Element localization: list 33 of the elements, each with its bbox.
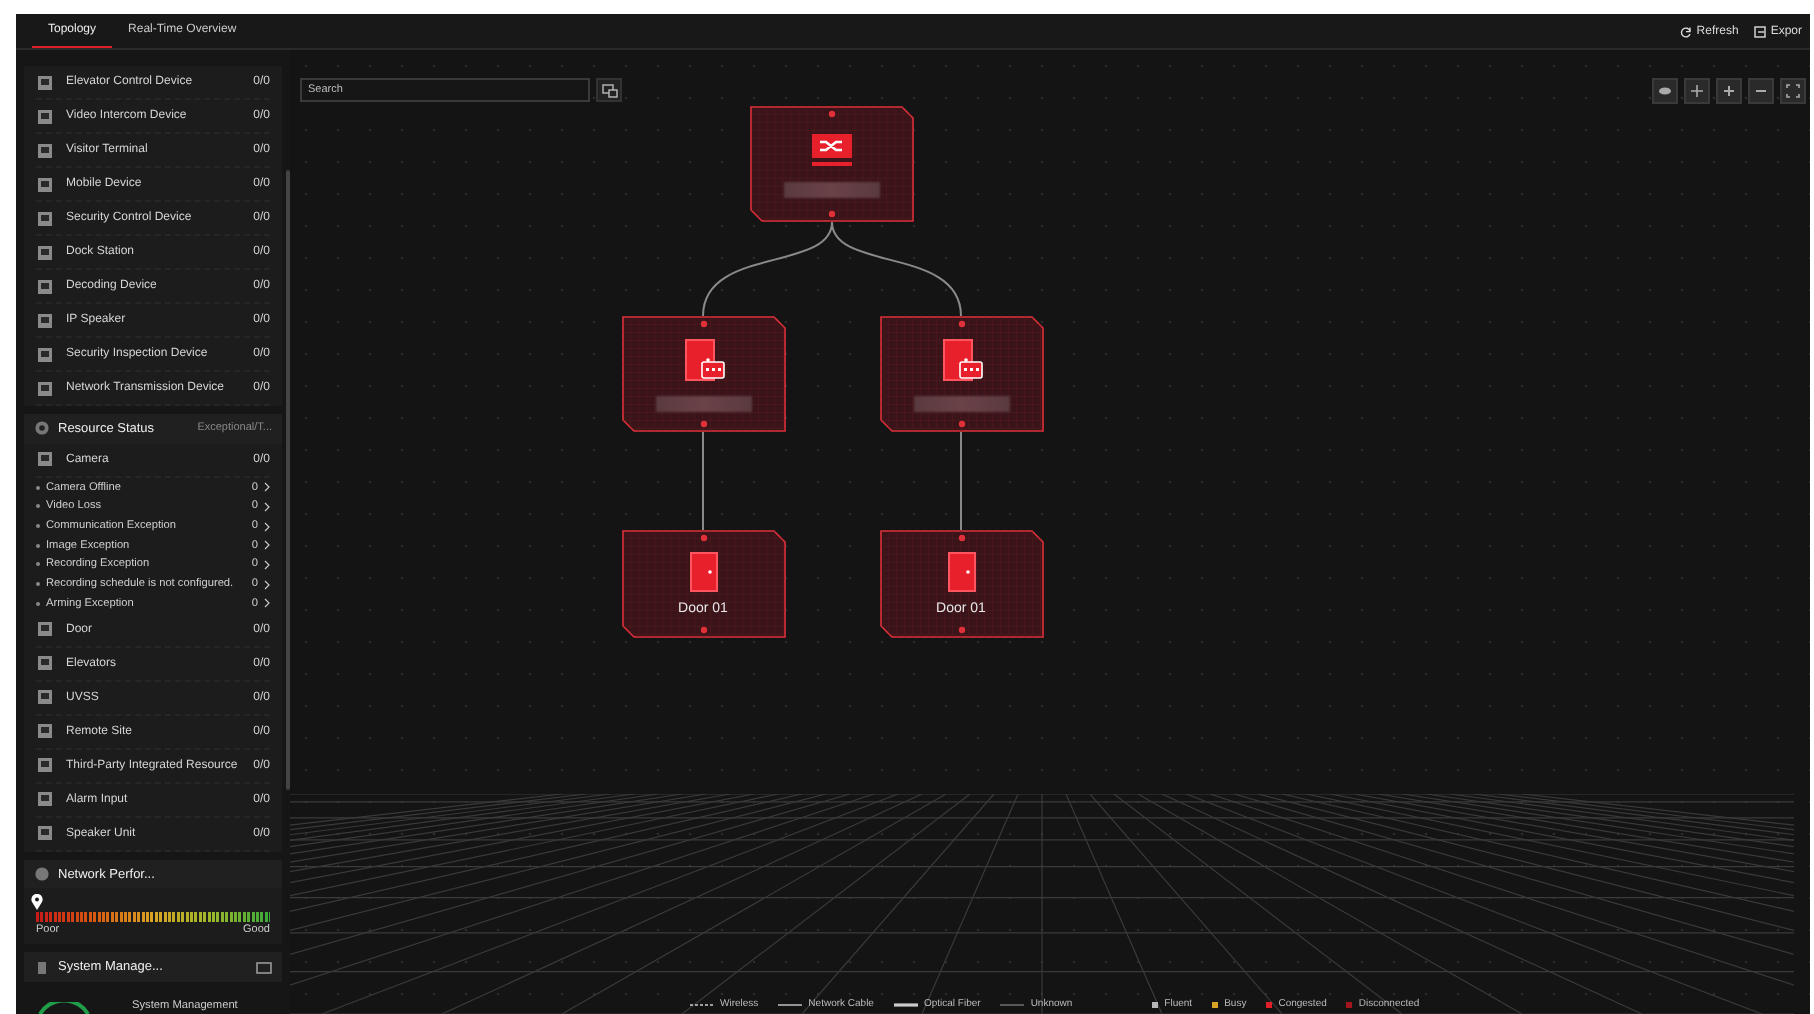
line-sample-icon: [893, 1001, 918, 1007]
line-sample-icon: [690, 1001, 714, 1007]
connector-line: [831, 221, 962, 317]
intercom-door-icon: [939, 337, 983, 385]
switch-icon: [810, 131, 854, 171]
eye-icon: [1658, 84, 1672, 98]
filter-button[interactable]: [596, 78, 622, 102]
fit-icon: [1786, 84, 1800, 98]
device-node[interactable]: [879, 316, 1043, 432]
filter-icon: [601, 83, 617, 97]
status-icon: [34, 420, 50, 437]
door-icon: [689, 552, 717, 592]
connector-line: [960, 431, 962, 531]
export-icon: [1754, 25, 1767, 37]
line-sample-icon: [778, 1001, 803, 1007]
eye-button[interactable]: [1652, 78, 1678, 104]
plus-icon: [1722, 84, 1736, 98]
refresh-icon: [1680, 25, 1693, 37]
device-node[interactable]: [750, 106, 914, 222]
gauge-arc-icon: [36, 1001, 92, 1014]
connector-line: [702, 431, 704, 531]
scrollbar[interactable]: [286, 170, 290, 790]
screen-icon: [256, 961, 272, 974]
resource-icon: [36, 450, 54, 469]
door-icon: [947, 552, 975, 592]
fit-button[interactable]: [1780, 78, 1806, 104]
minus-button[interactable]: [1748, 78, 1774, 104]
connector-line: [702, 221, 833, 317]
line-sample-icon: [1000, 1001, 1025, 1007]
intercom-door-icon: [681, 337, 725, 385]
plus-button[interactable]: [1716, 78, 1742, 104]
minus-icon: [1754, 84, 1768, 98]
device-node[interactable]: [621, 316, 785, 432]
